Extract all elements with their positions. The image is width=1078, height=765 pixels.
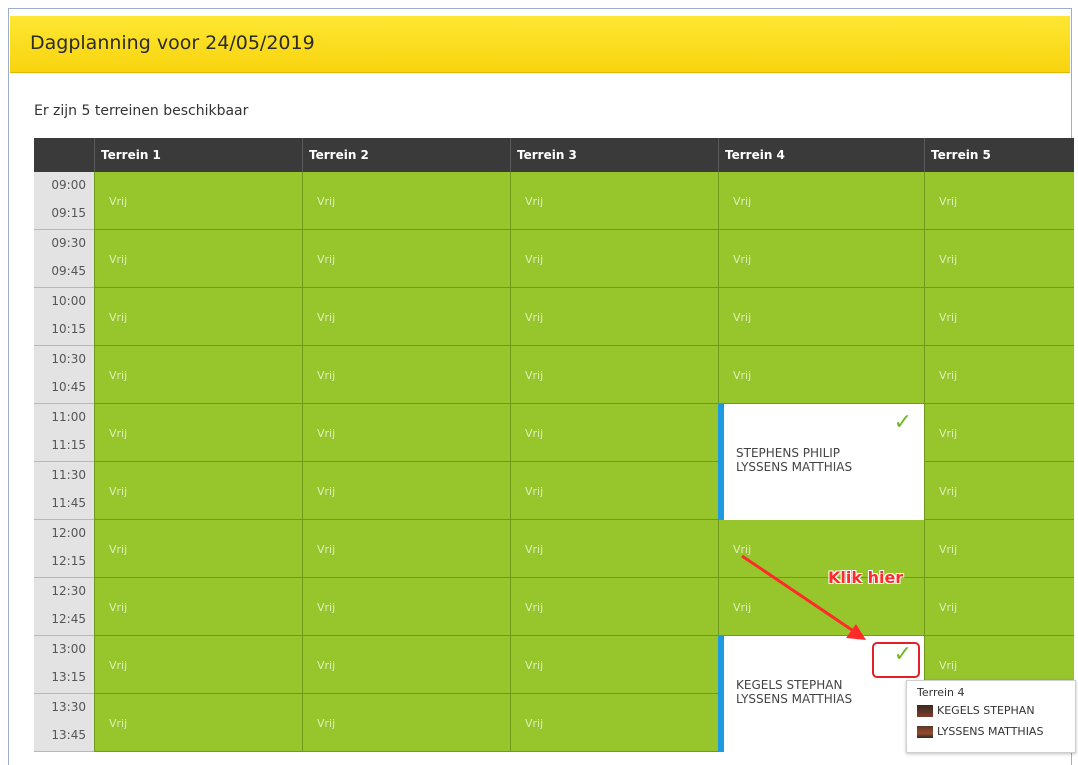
highlight-box [872, 642, 920, 678]
tooltip-player-row: LYSSENS MATTHIAS [917, 723, 1043, 741]
tooltip-title: Terrein 4 [917, 686, 965, 699]
click-here-annotation: Klik hier [828, 568, 904, 587]
player-photo-icon [917, 705, 933, 717]
player-photo-icon [917, 726, 933, 738]
tooltip-player-name: LYSSENS MATTHIAS [937, 725, 1044, 738]
tooltip-player-row: KEGELS STEPHAN [917, 702, 1035, 720]
booking-tooltip: Terrein 4 KEGELS STEPHAN LYSSENS MATTHIA… [906, 680, 1076, 753]
tooltip-player-name: KEGELS STEPHAN [937, 704, 1035, 717]
